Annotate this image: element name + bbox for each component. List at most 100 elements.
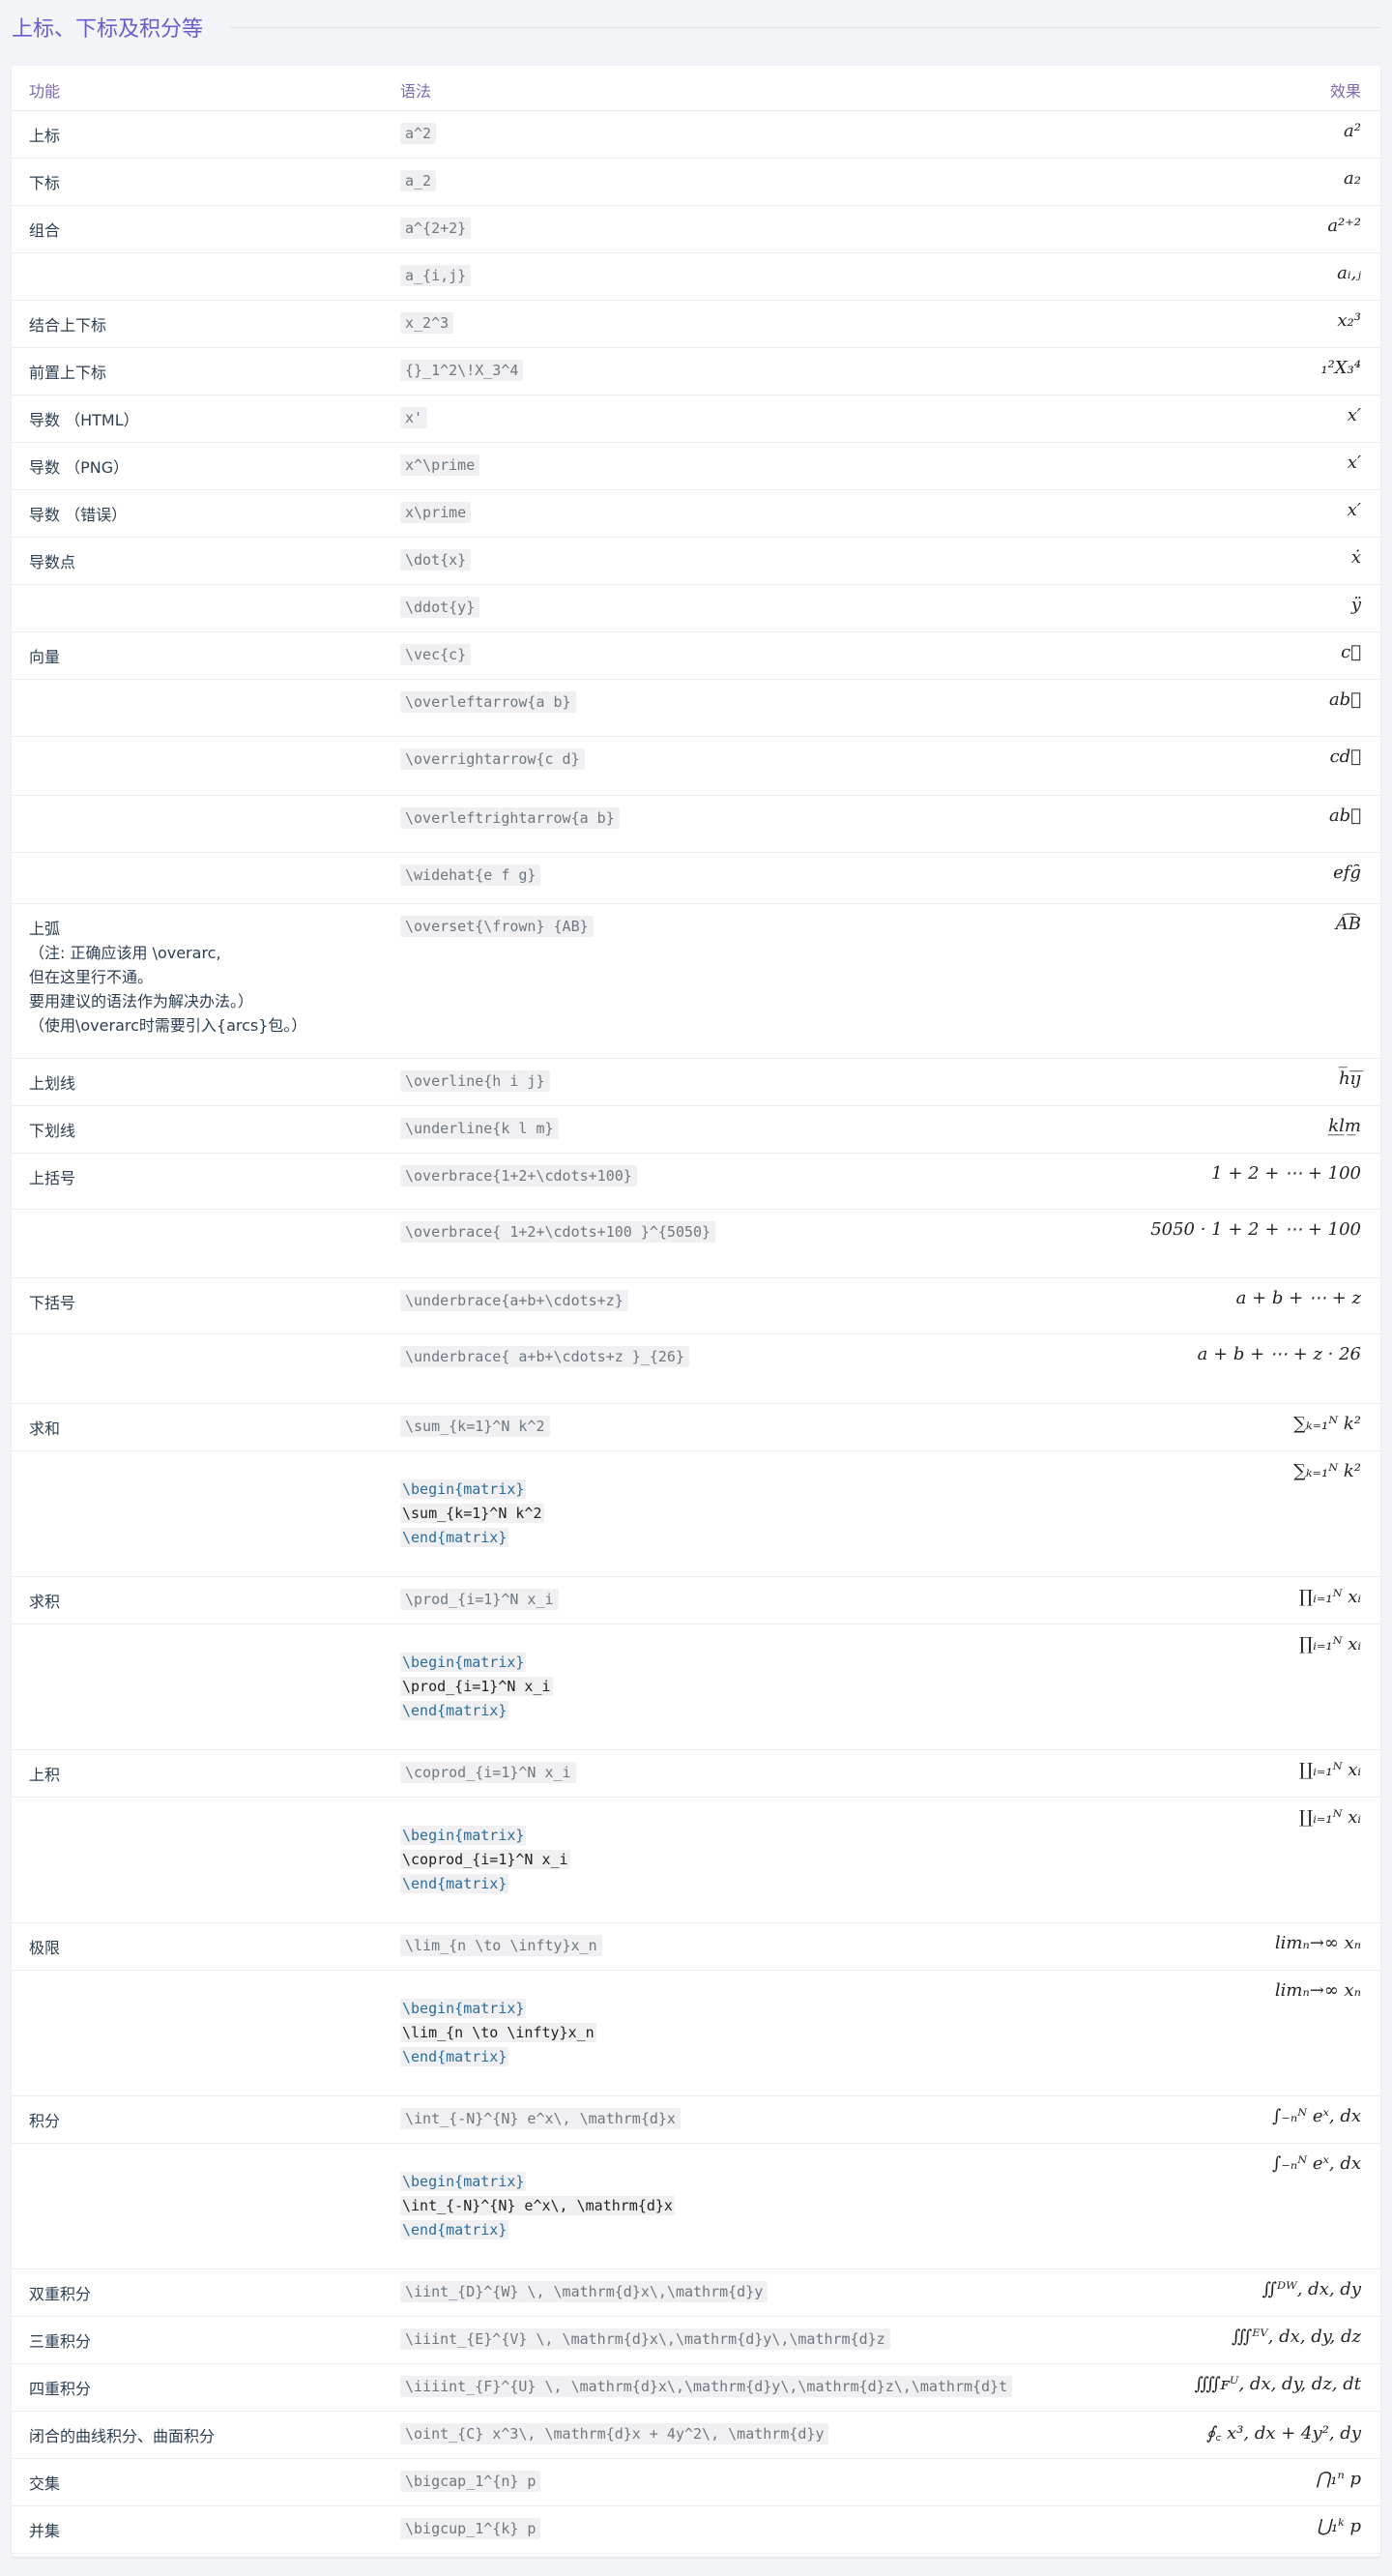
feature-cell: 下划线 [29,1122,76,1140]
effect-cell: 1 + 2 + ⋯ + 100 [1211,1163,1361,1184]
syntax-cell: a^{2+2} [400,218,472,239]
effect-cell: c⃗ [1341,642,1361,662]
effect-cell: ∫₋ₙᴺ eˣ, dx [1272,2153,1361,2174]
table-row: \begin{matrix} \sum_{k=1}^N k^2 \end{matri… [12,1451,1380,1577]
table-row: \overbrace{ 1+2+\cdots+100 }^{5050} 5050 … [12,1210,1380,1278]
effect-cell: h̅i̅j̅ [1339,1068,1361,1089]
code-block: \begin{matrix} \lim_{n \to \infty}x_n \end… [400,1997,596,2069]
feature-cell: 闭合的曲线积分、曲面积分 [29,2427,216,2445]
table-row: 求和 \sum_{k=1}^N k^2 ∑ₖ₌₁ᴺ k² [12,1404,1380,1451]
effect-cell: x₂³ [1337,310,1361,331]
table-row: 结合上下标 x_2^3 x₂³ [12,301,1380,348]
syntax-code: \sum_{k=1}^N k^2 [400,1416,550,1437]
table-row: 导数 （错误） x\prime x′ [12,490,1380,538]
code-block: \begin{matrix} \int_{-N}^{N} e^x\, \mathr… [400,2170,675,2242]
syntax-code: \oint_{C} x^3\, \mathrm{d}x + 4y^2\, \ma… [400,2423,829,2444]
feature-cell: 上括号 [29,1169,76,1187]
effect-cell: cd⃗ [1329,746,1361,767]
table-row: 前置上下标 {}_1^2\!X_3^4 ₁²X₃⁴ [12,348,1380,395]
syntax-code: \overleftrightarrow{a b} [400,807,620,829]
table-row: 并集 \bigcup_1^{k} p ⋃₁ᵏ p [12,2506,1380,2554]
code-line: \end{matrix} [400,2047,509,2066]
table-row: 上标 a^2 a² [12,111,1380,159]
table-row: 下括号 \underbrace{a+b+\cdots+z} a + b + ⋯ + … [12,1278,1380,1334]
table-row: 上括号 \overbrace{1+2+\cdots+100} 1 + 2 + ⋯ +… [12,1154,1380,1210]
table-row: \widehat{e f g} efg̑ [12,853,1380,904]
syntax-code: \lim_{n \to \infty}x_n [400,1935,602,1956]
effect-cell: k̲l̲m̲ [1328,1116,1361,1136]
syntax-cell: \overset{\frown} {AB} [400,916,594,937]
syntax-cell: \widehat{e f g} [400,864,541,886]
table-row: 上积 \coprod_{i=1}^N x_i ∐ᵢ₌₁ᴺ xᵢ [12,1750,1380,1798]
effect-cell: ab⃡ [1328,805,1361,826]
code-block: \begin{matrix} \prod_{i=1}^N x_i \end{matr… [400,1651,553,1723]
syntax-code: \underbrace{a+b+\cdots+z} [400,1290,628,1311]
effect-cell: ∭ᴱⱽ, dx, dy, dz [1231,2327,1361,2347]
effect-cell: a²⁺² [1327,216,1361,236]
feature-cell: 交集 [29,2474,61,2493]
syntax-code: \int_{-N}^{N} e^x\, \mathrm{d}x [400,2108,681,2129]
code-line: \begin{matrix} [400,1653,527,1672]
syntax-cell: \lim_{n \to \infty}x_n [400,1935,602,1956]
syntax-code: a_2 [400,170,437,191]
table-row: \begin{matrix} \coprod_{i=1}^N x_i \end{ma… [12,1798,1380,1923]
effect-cell: ∮꜀ x³, dx + 4y², dy [1205,2423,1361,2444]
syntax-cell: \iint_{D}^{W} \, \mathrm{d}x\,\mathrm{d}… [400,2281,768,2302]
feature-cell: 下括号 [29,1294,76,1312]
table-row: 双重积分 \iint_{D}^{W} \, \mathrm{d}x\,\mathr… [12,2269,1380,2317]
table-row: 导数点 \dot{x} ẋ [12,538,1380,585]
syntax-code: \ddot{y} [400,597,480,618]
syntax-code: \overset{\frown} {AB} [400,916,594,937]
syntax-cell: \prod_{i=1}^N x_i [400,1589,559,1610]
feature-cell: 极限 [29,1939,61,1957]
syntax-code: \overleftarrow{a b} [400,691,576,713]
syntax-cell: \bigcap_1^{n} p [400,2471,541,2492]
code-block: \begin{matrix} \coprod_{i=1}^N x_i \end{ma… [400,1824,570,1896]
effect-cell: ₁²X₃⁴ [1320,358,1361,378]
syntax-code: x_2^3 [400,312,454,334]
table-row: a_{i,j} aᵢ,ⱼ [12,253,1380,301]
feature-cell: 双重积分 [29,2285,92,2303]
code-line: \coprod_{i=1}^N x_i [400,1850,570,1869]
feature-cell: 四重积分 [29,2380,92,2398]
syntax-code: \vec{c} [400,644,472,665]
feature-cell: 上弧 （注: 正确应该用 \overarc, 但在这里行不通。 要用建议的语法作… [29,920,307,1035]
syntax-cell: \underbrace{a+b+\cdots+z} [400,1290,628,1311]
feature-cell: 导数 （PNG） [29,458,130,477]
feature-cell: 向量 [29,648,61,666]
syntax-cell: x^\prime [400,454,480,476]
syntax-code: \widehat{e f g} [400,864,541,886]
syntax-code: \overline{h i j} [400,1070,550,1092]
feature-cell: 上标 [29,127,61,145]
syntax-code: \overrightarrow{c d} [400,748,585,770]
heading-divider [230,26,1380,28]
table-row: 交集 \bigcap_1^{n} p ⋂₁ⁿ p [12,2459,1380,2506]
syntax-code: \iiiint_{F}^{U} \, \mathrm{d}x\,\mathrm{… [400,2376,1013,2397]
feature-cell: 并集 [29,2522,61,2540]
syntax-code: \overbrace{ 1+2+\cdots+100 }^{5050} [400,1221,716,1243]
effect-cell: ∑ₖ₌₁ᴺ k² [1293,1461,1361,1481]
code-line: \sum_{k=1}^N k^2 [400,1504,544,1523]
table-row: 闭合的曲线积分、曲面积分 \oint_{C} x^3\, \mathrm{d}x … [12,2412,1380,2459]
feature-cell: 求积 [29,1593,61,1611]
code-line: \end{matrix} [400,1528,509,1547]
table-row: 导数 （HTML） x' x′ [12,395,1380,443]
header-effect: 效果 [1329,82,1361,101]
effect-cell: limₙ→∞ xₙ [1274,1933,1361,1953]
table-row: \overrightarrow{c d} cd⃗ [12,737,1380,796]
effect-cell: aᵢ,ⱼ [1337,263,1361,283]
syntax-code: \overbrace{1+2+\cdots+100} [400,1165,637,1186]
code-line: \end{matrix} [400,1874,509,1893]
table-row: \overleftrightarrow{a b} ab⃡ [12,796,1380,853]
feature-cell: 上划线 [29,1074,76,1093]
effect-cell: limₙ→∞ xₙ [1274,1980,1361,2001]
table-row: 组合 a^{2+2} a²⁺² [12,206,1380,253]
code-block: \begin{matrix} \sum_{k=1}^N k^2 \end{matri… [400,1478,544,1550]
table-row: 积分 \int_{-N}^{N} e^x\, \mathrm{d}x ∫₋ₙᴺ eˣ… [12,2096,1380,2144]
syntax-cell: \overleftarrow{a b} [400,691,576,713]
code-line: \begin{matrix} [400,1999,527,2018]
syntax-code: \underbrace{ a+b+\cdots+z }_{26} [400,1346,689,1367]
syntax-code: a^{2+2} [400,218,472,239]
effect-cell: a₂ [1344,168,1361,189]
syntax-cell: \iiint_{E}^{V} \, \mathrm{d}x\,\mathrm{d… [400,2328,890,2350]
